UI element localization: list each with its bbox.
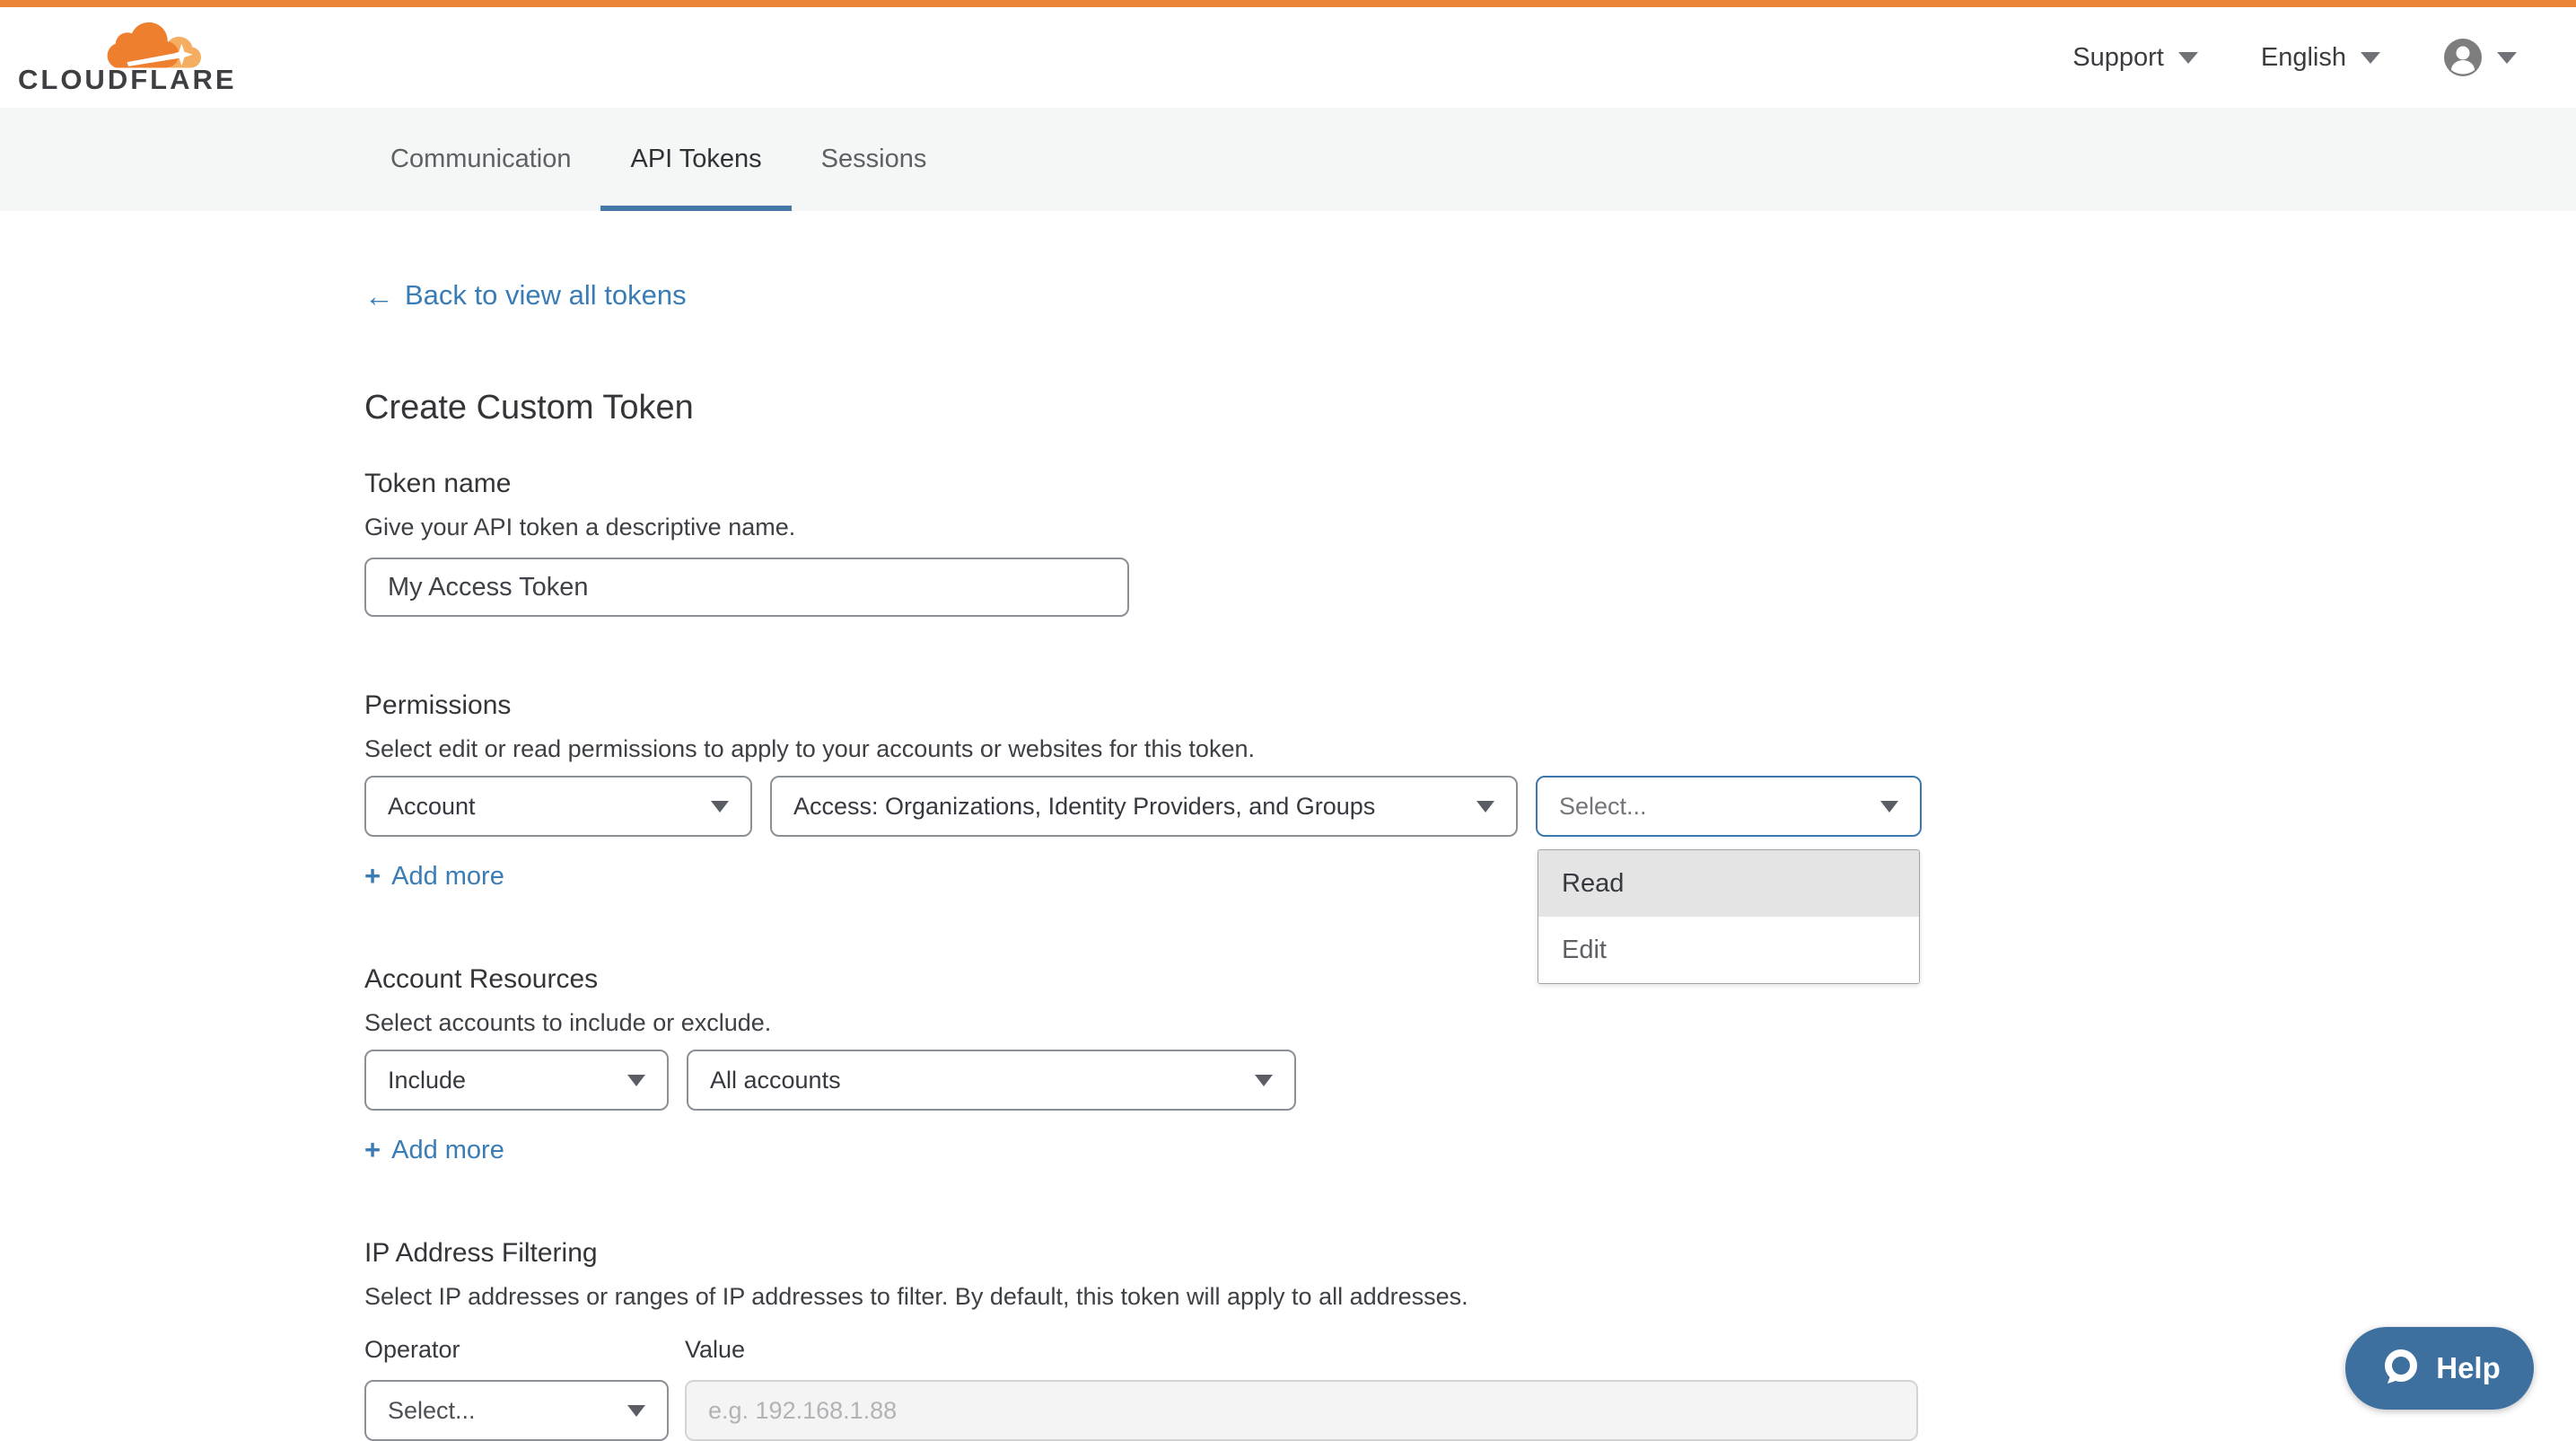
permission-scope-dropdown[interactable]: Account — [364, 776, 752, 837]
token-name-description: Give your API token a descriptive name. — [364, 514, 2576, 541]
header-actions: Support English — [2072, 38, 2517, 77]
cloudflare-wordmark: CLOUDFLARE — [18, 64, 237, 96]
permissions-add-more-label: Add more — [391, 862, 504, 892]
permissions-description: Select edit or read permissions to apply… — [364, 735, 2576, 763]
ip-filtering-labels: Operator Value — [364, 1336, 2576, 1364]
resource-target-value: All accounts — [710, 1067, 841, 1094]
cloudflare-cloud-icon — [101, 21, 205, 69]
menu-item-read[interactable]: Read — [1538, 850, 1919, 917]
back-arrow-icon: ← — [364, 281, 394, 311]
help-button[interactable]: Help — [2345, 1327, 2534, 1410]
chevron-down-icon — [1476, 801, 1494, 813]
ip-operator-dropdown[interactable]: Select... — [364, 1380, 669, 1441]
site-header: CLOUDFLARE Support English — [0, 7, 2576, 108]
chevron-down-icon — [627, 1075, 645, 1086]
permissions-add-more-link[interactable]: + Add more — [364, 860, 504, 892]
ip-filtering-section: IP Address Filtering Select IP addresses… — [364, 1238, 2576, 1441]
permission-level-placeholder: Select... — [1559, 793, 1647, 821]
resource-operator-value: Include — [388, 1067, 466, 1094]
chevron-down-icon — [2361, 52, 2380, 64]
permission-level-menu: Read Edit — [1538, 849, 1920, 984]
token-name-heading: Token name — [364, 469, 2576, 499]
account-resources-add-more-link[interactable]: + Add more — [364, 1134, 504, 1166]
account-resources-description: Select accounts to include or exclude. — [364, 1009, 2576, 1037]
ip-value-input[interactable] — [685, 1380, 1918, 1441]
permissions-heading: Permissions — [364, 690, 2576, 721]
permission-level-dropdown[interactable]: Select... Read Edit — [1536, 776, 1922, 837]
tab-sessions[interactable]: Sessions — [792, 108, 957, 211]
cloudflare-logo[interactable]: CLOUDFLARE — [18, 19, 197, 96]
permissions-section: Permissions Select edit or read permissi… — [364, 690, 2576, 892]
chevron-down-icon — [627, 1405, 645, 1417]
chevron-down-icon — [711, 801, 729, 813]
chevron-down-icon — [2497, 52, 2517, 64]
permission-group-value: Access: Organizations, Identity Provider… — [793, 793, 1375, 821]
language-menu[interactable]: English — [2261, 43, 2380, 73]
permission-scope-value: Account — [388, 793, 476, 821]
permissions-row: Account Access: Organizations, Identity … — [364, 776, 2576, 837]
token-name-section: Token name Give your API token a descrip… — [364, 469, 2576, 617]
plus-icon: + — [364, 1134, 381, 1166]
ip-operator-placeholder: Select... — [388, 1397, 476, 1425]
ip-filtering-description: Select IP addresses or ranges of IP addr… — [364, 1283, 2576, 1311]
support-menu[interactable]: Support — [2072, 43, 2198, 73]
resource-target-dropdown[interactable]: All accounts — [687, 1050, 1296, 1111]
back-link-label: Back to view all tokens — [405, 279, 687, 312]
user-avatar-icon — [2443, 38, 2483, 77]
account-resources-row: Include All accounts — [364, 1050, 2576, 1111]
permission-group-dropdown[interactable]: Access: Organizations, Identity Provider… — [770, 776, 1518, 837]
main-content: ← Back to view all tokens Create Custom … — [0, 211, 2576, 1441]
page-title: Create Custom Token — [364, 389, 2576, 427]
tab-api-tokens[interactable]: API Tokens — [600, 108, 791, 211]
chevron-down-icon — [1255, 1075, 1273, 1086]
chat-bubble-icon — [2379, 1347, 2422, 1390]
back-to-tokens-link[interactable]: ← Back to view all tokens — [364, 279, 687, 312]
language-menu-label: English — [2261, 43, 2346, 73]
resource-operator-dropdown[interactable]: Include — [364, 1050, 669, 1111]
account-resources-add-more-label: Add more — [391, 1136, 504, 1165]
ip-operator-label: Operator — [364, 1336, 685, 1364]
account-resources-section: Account Resources Select accounts to inc… — [364, 964, 2576, 1166]
chevron-down-icon — [2178, 52, 2198, 64]
token-name-input[interactable] — [364, 558, 1129, 617]
support-menu-label: Support — [2072, 43, 2164, 73]
profile-tabbar: Communication API Tokens Sessions — [0, 108, 2576, 211]
tab-communication[interactable]: Communication — [361, 108, 600, 211]
menu-item-edit[interactable]: Edit — [1538, 917, 1919, 983]
account-resources-heading: Account Resources — [364, 964, 2576, 995]
plus-icon: + — [364, 860, 381, 892]
ip-filtering-row: Select... — [364, 1380, 2576, 1441]
help-button-label: Help — [2436, 1351, 2501, 1385]
account-menu[interactable] — [2443, 38, 2517, 77]
ip-filtering-heading: IP Address Filtering — [364, 1238, 2576, 1269]
ip-value-label: Value — [685, 1336, 745, 1364]
chevron-down-icon — [1880, 801, 1898, 813]
brand-color-bar — [0, 0, 2576, 7]
